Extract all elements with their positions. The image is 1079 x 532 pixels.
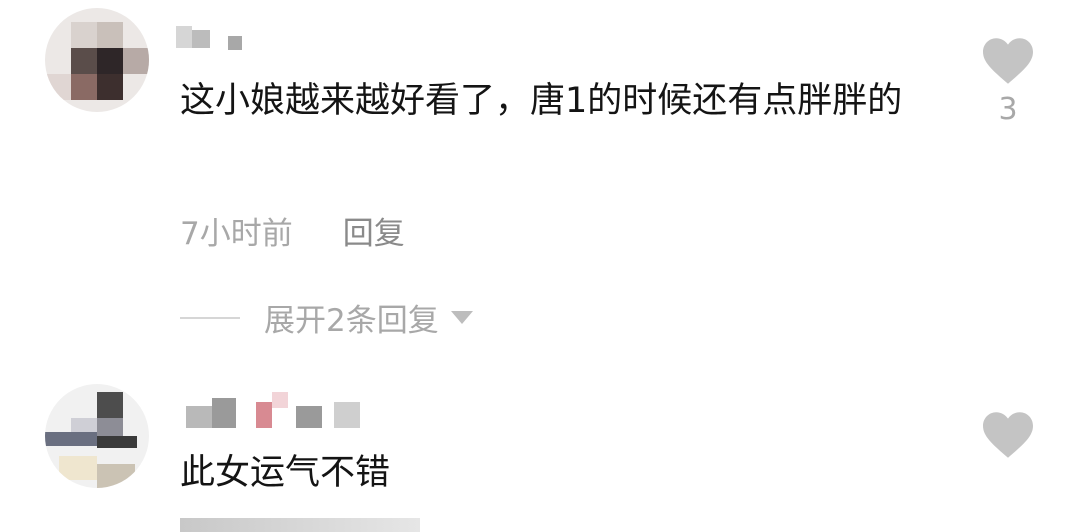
reply-button[interactable]: 回复 [343,216,405,252]
comment-item: 此女运气不错 [0,380,1079,532]
like-button[interactable]: 3 [979,36,1037,128]
comment-meta: 7小时前 回复 [180,214,405,254]
username[interactable] [176,22,256,62]
comment-text: 这小娘越来越好看了，唐1的时候还有点胖胖的 [180,81,903,121]
expand-replies-label: 展开2条回复 [264,303,439,339]
divider-line [180,316,240,319]
comment-item: 这小娘越来越好看了，唐1的时候还有点胖胖的 7小时前 回复 3 展开2条回复 [0,0,1079,370]
avatar[interactable] [45,8,149,112]
username[interactable] [176,388,376,428]
heart-icon [983,412,1033,458]
like-count: 3 [998,92,1018,127]
heart-icon [983,38,1033,84]
comment-time: 7小时前 [180,216,293,252]
comment-text: 此女运气不错 [180,453,391,493]
like-button[interactable] [979,410,1037,460]
caret-down-icon [450,311,473,324]
expand-replies[interactable]: 展开2条回复 [180,295,473,340]
avatar[interactable] [45,384,149,488]
